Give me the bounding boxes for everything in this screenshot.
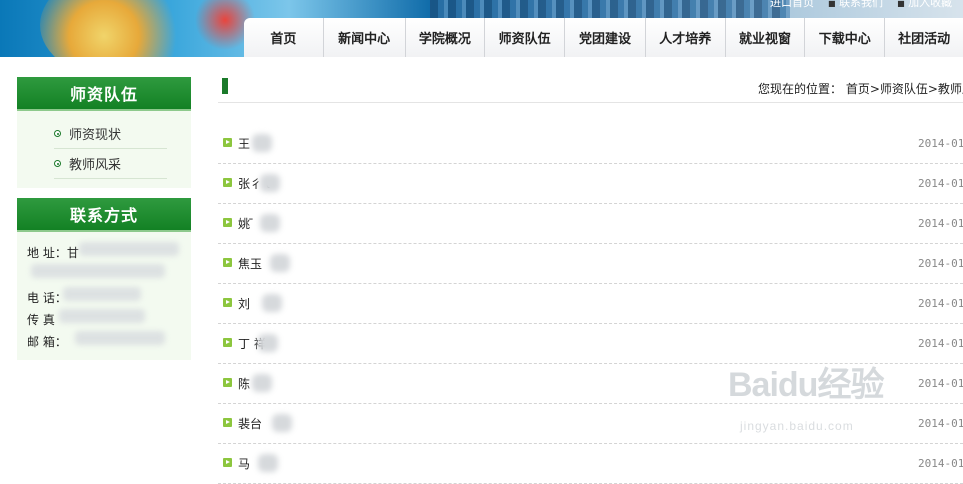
- redacted-text: [270, 254, 290, 272]
- nav-item[interactable]: 师资队伍: [485, 18, 566, 57]
- banner-decoration: [430, 0, 790, 20]
- sidebar-item-teacher-style[interactable]: 教师风采: [54, 149, 167, 179]
- redacted-text: [79, 242, 179, 256]
- nav-item[interactable]: 学院概况: [406, 18, 486, 57]
- arrow-icon: [223, 258, 232, 267]
- redacted-text: [31, 264, 165, 278]
- list-item[interactable]: 张彳 ι2014-01-: [218, 164, 963, 204]
- list-date: 2014-01-: [918, 257, 963, 270]
- list-date: 2014-01-: [918, 137, 963, 150]
- redacted-text: [260, 214, 280, 232]
- arrow-icon: [223, 458, 232, 467]
- redacted-text: [258, 454, 278, 472]
- bullet-icon: [54, 130, 61, 137]
- teacher-name[interactable]: 刘: [238, 295, 250, 312]
- contact-email: 邮 箱：: [27, 335, 67, 349]
- arrow-icon: [223, 218, 232, 227]
- nav-item[interactable]: 人才培养: [646, 18, 726, 57]
- redacted-text: [258, 334, 278, 352]
- breadcrumb: 您现在的位置： 首页>师资队伍>教师风采: [758, 82, 963, 96]
- top-link-favorite[interactable]: 加入收藏: [908, 0, 952, 9]
- list-date: 2014-01-: [918, 297, 963, 310]
- sidebar-item-label: 教师风采: [69, 158, 122, 173]
- banner-decoration: [40, 0, 200, 57]
- arrow-icon: [223, 138, 232, 147]
- sidebar-item-label: 师资现状: [69, 128, 122, 143]
- teacher-name[interactable]: 陈: [238, 375, 250, 392]
- top-links: 进口首页 ■ 联系我们 ■ 加入收藏: [770, 0, 952, 10]
- list-date: 2014-01-: [918, 337, 963, 350]
- redacted-text: [63, 287, 141, 301]
- contact-fax: 传 真: [27, 313, 55, 327]
- arrow-icon: [223, 338, 232, 347]
- list-date: 2014-01-: [918, 417, 963, 430]
- redacted-text: [272, 414, 292, 432]
- arrow-icon: [223, 378, 232, 387]
- top-link-home[interactable]: 进口首页: [770, 0, 814, 9]
- contact-box-title: 联系方式: [17, 198, 191, 232]
- list-item[interactable]: 丁 祥2014-01-: [218, 324, 963, 364]
- list-item[interactable]: 焦玉 2014-01-: [218, 244, 963, 284]
- contact-box: 联系方式 地 址：甘 电 话： 传 真 邮 箱：: [17, 198, 191, 360]
- list-item[interactable]: 王 2014-01-: [218, 124, 963, 164]
- redacted-text: [262, 294, 282, 312]
- teacher-name[interactable]: 焦玉: [238, 255, 262, 272]
- nav-item[interactable]: 新闻中心: [324, 18, 406, 57]
- main-nav: 首页 新闻中心 学院概况 师资队伍 党团建设 人才培养 就业视窗 下载中心 社团活动: [244, 18, 963, 57]
- redacted-text: [252, 374, 272, 392]
- nav-item[interactable]: 社团活动: [885, 18, 963, 57]
- faculty-box-title: 师资队伍: [17, 77, 191, 111]
- section-marker: [222, 78, 228, 94]
- teacher-name[interactable]: 王: [238, 135, 250, 152]
- arrow-icon: [223, 178, 232, 187]
- nav-item[interactable]: 就业视窗: [726, 18, 806, 57]
- contact-phone: 电 话：: [27, 291, 67, 305]
- faculty-box: 师资队伍 师资现状 教师风采: [17, 77, 191, 188]
- redacted-text: [75, 331, 165, 345]
- teacher-name[interactable]: 姚 ̄: [238, 215, 254, 232]
- header-banner: 进口首页 ■ 联系我们 ■ 加入收藏 首页 新闻中心 学院概况 师资队伍 党团建设 人才培养就…: [0, 0, 963, 57]
- list-item[interactable]: 马2014-01-: [218, 444, 963, 484]
- arrow-icon: [223, 298, 232, 307]
- list-item[interactable]: 陈 2014-01-: [218, 364, 963, 404]
- teacher-name[interactable]: 裴台: [238, 415, 262, 432]
- contact-address: 地 址：甘: [27, 246, 79, 260]
- redacted-text: [260, 174, 280, 192]
- redacted-text: [252, 134, 272, 152]
- list-date: 2014-01-: [918, 217, 963, 230]
- redacted-text: [59, 309, 145, 323]
- bullet-icon: [54, 160, 61, 167]
- nav-item[interactable]: 党团建设: [565, 18, 646, 57]
- nav-item[interactable]: 下载中心: [805, 18, 886, 57]
- nav-item[interactable]: 首页: [244, 18, 324, 57]
- divider: [218, 102, 963, 103]
- list-item[interactable]: 裴台 2014-01-: [218, 404, 963, 444]
- sidebar-item-faculty-status[interactable]: 师资现状: [54, 119, 167, 149]
- list-item[interactable]: 刘 2014-01-: [218, 284, 963, 324]
- arrow-icon: [223, 418, 232, 427]
- top-link-contact[interactable]: 联系我们: [839, 0, 883, 9]
- list-date: 2014-01-: [918, 377, 963, 390]
- list-date: 2014-01-: [918, 177, 963, 190]
- list-item[interactable]: 姚 ̄ 2014-01-: [218, 204, 963, 244]
